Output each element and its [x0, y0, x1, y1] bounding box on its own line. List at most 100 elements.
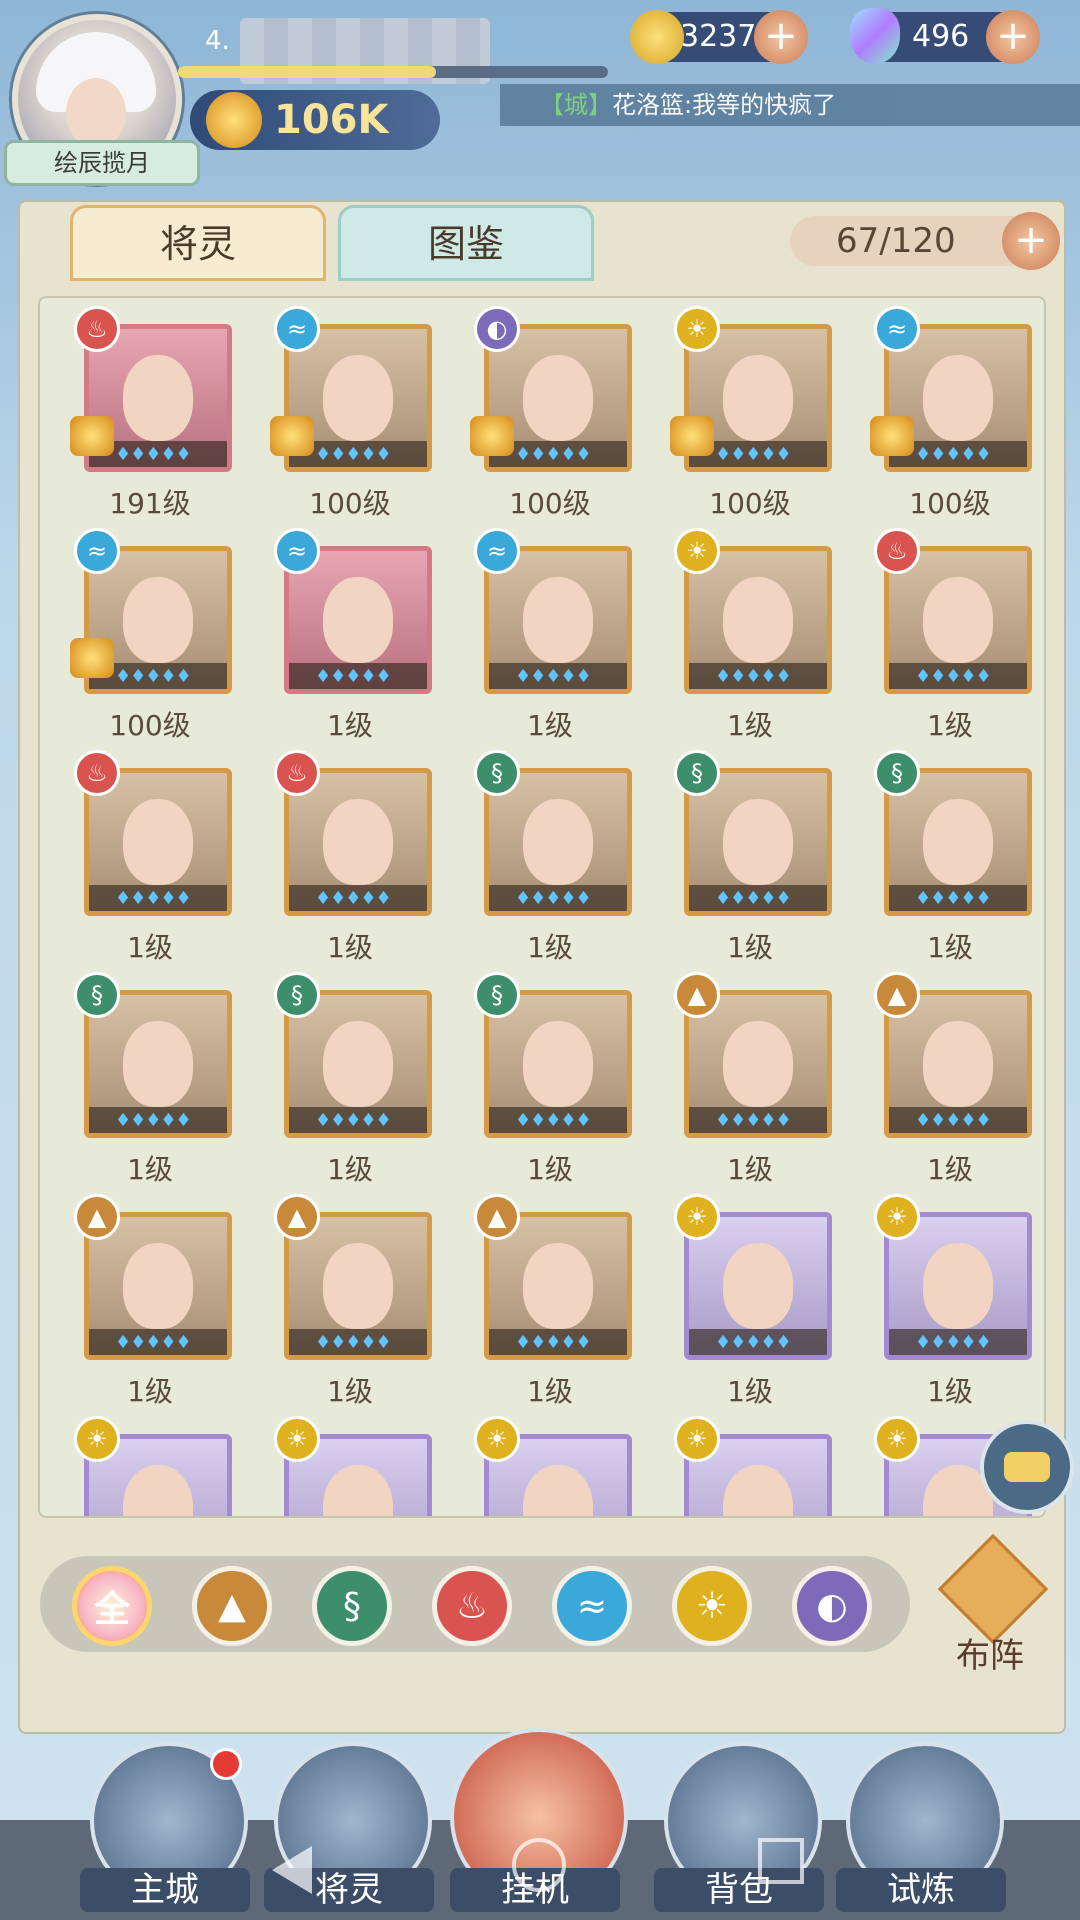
awaken-drops-icon: ♦♦♦♦♦	[515, 1332, 592, 1353]
hero-face	[523, 799, 593, 885]
gem-counter: 496 +	[850, 8, 1040, 64]
crown-icon	[270, 416, 314, 456]
awaken-drops-icon: ♦♦♦♦♦	[315, 1110, 392, 1131]
formation-label: 布阵	[956, 1636, 1024, 1676]
hero-level: 100级	[709, 487, 791, 520]
system-nav-bar	[0, 1824, 1080, 1920]
hero-level: 1级	[727, 1375, 773, 1408]
wind-element-icon: §	[674, 750, 720, 796]
hero-face	[523, 1243, 593, 1329]
filter-all-button[interactable]: 全	[72, 1566, 152, 1646]
gold-coin-icon	[630, 10, 684, 64]
tab-heroes[interactable]: 将灵	[70, 205, 326, 281]
hero-face	[323, 1465, 393, 1516]
hero-face	[723, 1243, 793, 1329]
hero-face	[123, 799, 193, 885]
hero-face	[123, 355, 193, 441]
hero-face	[123, 1021, 193, 1107]
formation-button[interactable]: 布阵	[930, 1533, 1050, 1676]
earth-element-icon: ▲	[874, 972, 920, 1018]
awaken-drops-icon: ♦♦♦♦♦	[115, 1110, 192, 1131]
water-element-icon: ≈	[474, 528, 520, 574]
exp-bar	[178, 66, 608, 78]
avatar-face	[66, 78, 126, 148]
filter-dark-icon[interactable]: ◐	[792, 1566, 872, 1646]
filter-light-icon[interactable]: ☀	[672, 1566, 752, 1646]
earth-element-icon: ▲	[274, 1194, 320, 1240]
roster-count: 67/120	[836, 221, 956, 261]
hero-level: 1级	[327, 931, 373, 964]
chat-bubble-button[interactable]	[980, 1420, 1074, 1514]
gem-icon	[850, 8, 900, 64]
hero-grid[interactable]: ♦♦♦♦♦ ♨ 191级 ♦♦♦♦♦ ≈100级 ♦♦♦♦♦ ◐ 100级 ♦♦♦♦♦ ☀ 100级…	[38, 296, 1046, 1518]
wind-element-icon: §	[874, 750, 920, 796]
hero-face	[123, 577, 193, 663]
crown-icon	[870, 416, 914, 456]
hero-face	[323, 355, 393, 441]
back-icon[interactable]	[272, 1846, 312, 1894]
hero-level: 1级	[727, 1153, 773, 1186]
hero-level: 1级	[327, 1375, 373, 1408]
tab-codex[interactable]: 图鉴	[338, 205, 594, 281]
gem-amount: 496	[912, 19, 970, 54]
light-element-icon: ☀	[874, 1416, 920, 1462]
water-element-icon: ≈	[74, 528, 120, 574]
hero-face	[723, 577, 793, 663]
expand-roster-button[interactable]: +	[1002, 212, 1060, 270]
hero-face	[923, 355, 993, 441]
filter-water-icon[interactable]: ≈	[552, 1566, 632, 1646]
filter-wind-icon[interactable]: §	[312, 1566, 392, 1646]
speech-bubble-icon	[1004, 1452, 1050, 1482]
hero-face	[523, 577, 593, 663]
gold-counter: 3237K +	[630, 10, 808, 64]
chat-message: 花洛篮:我等的快疯了	[612, 91, 837, 119]
roster-capacity: 67/120 +	[790, 212, 1060, 270]
hero-face	[523, 355, 593, 441]
hero-face	[523, 1021, 593, 1107]
crown-icon	[470, 416, 514, 456]
hero-face	[723, 1021, 793, 1107]
home-icon[interactable]	[512, 1838, 566, 1892]
add-gem-button[interactable]: +	[986, 10, 1040, 64]
light-element-icon: ☀	[674, 1194, 720, 1240]
water-element-icon: ≈	[274, 306, 320, 352]
earth-element-icon: ▲	[474, 1194, 520, 1240]
chat-ticker[interactable]: 【城】花洛篮:我等的快疯了	[500, 84, 1080, 126]
hero-face	[723, 355, 793, 441]
notification-dot	[210, 1748, 242, 1780]
hero-face	[923, 577, 993, 663]
exp-fill	[178, 66, 436, 78]
awaken-drops-icon: ♦♦♦♦♦	[115, 444, 192, 465]
awaken-drops-icon: ♦♦♦♦♦	[715, 444, 792, 465]
hero-face	[723, 799, 793, 885]
wind-element-icon: §	[474, 972, 520, 1018]
hero-level: 100级	[309, 487, 391, 520]
hero-level: 1级	[727, 709, 773, 742]
hero-level: 1级	[527, 1375, 573, 1408]
hero-level: 1级	[127, 1375, 173, 1408]
light-element-icon: ☀	[74, 1416, 120, 1462]
hero-level: 1级	[927, 1153, 973, 1186]
hero-face	[123, 1243, 193, 1329]
crown-icon	[70, 638, 114, 678]
light-element-icon: ☀	[274, 1416, 320, 1462]
add-gold-button[interactable]: +	[754, 10, 808, 64]
filter-earth-icon[interactable]: ▲	[192, 1566, 272, 1646]
hero-level: 100级	[509, 487, 591, 520]
recent-apps-icon[interactable]	[758, 1838, 804, 1884]
fire-element-icon: ♨	[874, 528, 920, 574]
awaken-drops-icon: ♦♦♦♦♦	[515, 444, 592, 465]
light-element-icon: ☀	[674, 1416, 720, 1462]
light-element-icon: ☀	[874, 1194, 920, 1240]
light-element-icon: ☀	[674, 528, 720, 574]
hero-face	[723, 1465, 793, 1516]
awaken-drops-icon: ♦♦♦♦♦	[715, 888, 792, 909]
hero-level: 191级	[109, 487, 191, 520]
awaken-drops-icon: ♦♦♦♦♦	[515, 666, 592, 687]
awaken-drops-icon: ♦♦♦♦♦	[715, 1332, 792, 1353]
awaken-drops-icon: ♦♦♦♦♦	[315, 666, 392, 687]
filter-fire-icon[interactable]: ♨	[432, 1566, 512, 1646]
hero-face	[323, 577, 393, 663]
hero-face	[123, 1465, 193, 1516]
water-element-icon: ≈	[874, 306, 920, 352]
